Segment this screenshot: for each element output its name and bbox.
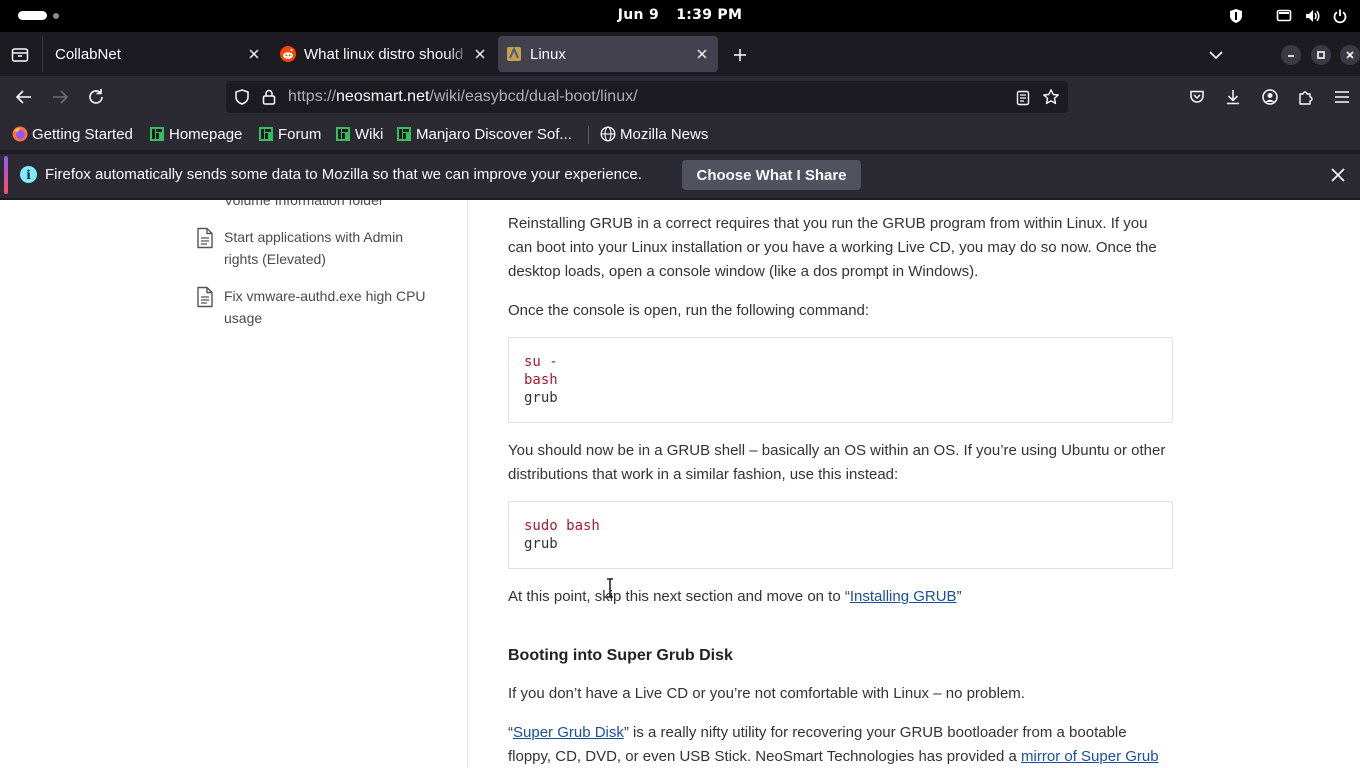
url-path: /wiki/easybcd/dual-boot/linux/ [429, 88, 638, 105]
padlock-icon[interactable] [261, 88, 277, 106]
manjaro-logo-icon [397, 127, 411, 141]
tab-collabnet[interactable]: CollabNet [44, 36, 270, 72]
clock-time: 1:39 PM [676, 7, 743, 23]
article-paragraph: If you don’t have a Live CD or you’re no… [508, 685, 1025, 702]
minimize-window-icon[interactable] [1281, 45, 1301, 65]
code-line: grub [524, 536, 558, 552]
choose-what-i-share-button[interactable]: Choose What I Share [682, 160, 861, 190]
neosmart-favicon-icon [507, 46, 521, 61]
close-window-icon[interactable] [1340, 45, 1360, 65]
bookmark-forum[interactable]: Forum [258, 124, 321, 144]
close-tab-icon[interactable] [472, 46, 488, 62]
web-page: Volume Information folder Start applicat… [0, 200, 1360, 768]
power-icon[interactable] [1330, 6, 1350, 26]
super-grub-disk-link[interactable]: Super Grub Disk [513, 724, 624, 741]
code-line: bash [524, 372, 558, 388]
bookmark-label: Getting Started [32, 125, 133, 143]
clock[interactable]: Jun 9 1:39 PM [0, 7, 1360, 23]
privacy-shield-icon[interactable] [1226, 6, 1246, 26]
bookmark-label: Mozilla News [620, 125, 709, 143]
close-tab-icon[interactable] [246, 46, 262, 62]
tab-divider [42, 36, 43, 72]
text-run: At this point, skip this next section an… [508, 588, 850, 605]
reddit-favicon-icon [280, 46, 296, 62]
code-line: grub [524, 390, 558, 406]
volume-icon[interactable] [1302, 6, 1322, 26]
document-icon [197, 286, 213, 308]
extensions-puzzle-icon[interactable] [1295, 86, 1317, 108]
bookmark-mozilla-news[interactable]: Mozilla News [600, 124, 708, 144]
url-host: neosmart.net [336, 88, 430, 105]
tab-reddit[interactable]: What linux distro should [272, 36, 496, 72]
bookmark-label: Manjaro Discover Sof... [416, 125, 572, 143]
text-run: ” [956, 588, 962, 605]
system-top-bar: Jun 9 1:39 PM [0, 0, 1360, 32]
screen-share-icon[interactable] [1274, 6, 1294, 26]
section-heading: Booting into Super Grub Disk [508, 647, 733, 664]
document-icon [197, 227, 213, 249]
url-text[interactable]: https://neosmart.net/wiki/easybcd/dual-b… [288, 88, 638, 106]
bookmark-homepage[interactable]: Homepage [149, 124, 242, 144]
maximize-window-icon[interactable] [1311, 45, 1331, 65]
info-icon: i [20, 166, 37, 183]
new-tab-plus-icon[interactable] [730, 45, 750, 65]
notification-message: Firefox automatically sends some data to… [45, 166, 642, 183]
sidebar-link-clipped[interactable]: Volume Information folder [224, 200, 384, 211]
bookmark-wiki[interactable]: Wiki [335, 124, 383, 144]
code-line: su - [524, 354, 558, 370]
tab-label: CollabNet [55, 45, 121, 63]
bookmarks-toolbar: Getting Started Homepage Forum Wiki Manj… [0, 118, 1360, 150]
mirror-of-super-grub-link[interactable]: mirror of Super Grub [1021, 748, 1159, 765]
bookmark-getting-started[interactable]: Getting Started [12, 124, 133, 144]
bookmark-label: Homepage [169, 125, 243, 143]
list-all-tabs-chevron-down-icon[interactable] [1206, 45, 1226, 65]
manjaro-logo-icon [336, 127, 350, 141]
article-paragraph: “Super Grub Disk” is a really nifty util… [508, 721, 1173, 768]
reload-icon[interactable] [85, 86, 107, 108]
bookmark-label: Forum [278, 125, 322, 143]
code-line: sudo bash [524, 518, 600, 534]
account-icon[interactable] [1259, 86, 1281, 108]
tab-linux[interactable]: Linux [498, 36, 718, 72]
address-bar[interactable]: https://neosmart.net/wiki/easybcd/dual-b… [226, 81, 1068, 113]
bookmark-label: Wiki [355, 125, 384, 143]
code-block: su - bash grub [508, 337, 1173, 423]
downloads-icon[interactable] [1222, 86, 1244, 108]
data-collection-notification: i Firefox automatically sends some data … [0, 150, 1360, 200]
sidebar-divider [467, 200, 468, 768]
navigation-toolbar: https://neosmart.net/wiki/easybcd/dual-b… [0, 76, 1360, 118]
bookmarks-separator [588, 126, 589, 144]
tab-label: What linux distro should [304, 45, 464, 63]
installing-grub-link[interactable]: Installing GRUB [850, 588, 957, 605]
pocket-icon[interactable] [1186, 86, 1208, 108]
sidebar-link-label: Fix vmware-authd.exe high CPU usage [224, 288, 426, 326]
forward-arrow-icon[interactable] [49, 86, 71, 108]
text-cursor-icon [607, 578, 613, 598]
tracking-protection-shield-icon[interactable] [233, 88, 251, 106]
close-tab-icon[interactable] [694, 46, 710, 62]
sidebar-link-admin-rights[interactable]: Start applications with Admin rights (El… [196, 226, 436, 270]
bookmark-manjaro-discover[interactable]: Manjaro Discover Sof... [396, 124, 572, 144]
manjaro-logo-icon [150, 127, 164, 141]
globe-icon [600, 126, 616, 142]
back-arrow-icon[interactable] [13, 86, 35, 108]
sidebar-link-vmware-authd[interactable]: Fix vmware-authd.exe high CPU usage [196, 285, 436, 329]
bookmark-star-icon[interactable] [1042, 88, 1060, 106]
code-block: sudo bash grub [508, 501, 1173, 569]
close-notification-icon[interactable] [1328, 165, 1348, 185]
firefox-logo-icon [12, 126, 28, 142]
tab-strip: CollabNet What linux distro should Linux [0, 32, 1360, 76]
manjaro-logo-icon [259, 127, 273, 141]
hamburger-menu-icon[interactable] [1331, 86, 1353, 108]
firefox-view-icon[interactable] [10, 45, 30, 65]
clock-date: Jun 9 [617, 7, 660, 23]
article-paragraph: Reinstalling GRUB in a correct requires … [508, 215, 1157, 280]
reader-view-icon[interactable] [1014, 89, 1032, 107]
url-prefix: https:// [288, 88, 337, 105]
sidebar-link-label: Start applications with Admin rights (El… [224, 229, 403, 267]
article-paragraph: You should now be in a GRUB shell – basi… [508, 442, 1166, 483]
tab-label: Linux [530, 45, 566, 63]
article-paragraph: Once the console is open, run the follow… [508, 302, 870, 319]
notification-accent [4, 156, 8, 194]
